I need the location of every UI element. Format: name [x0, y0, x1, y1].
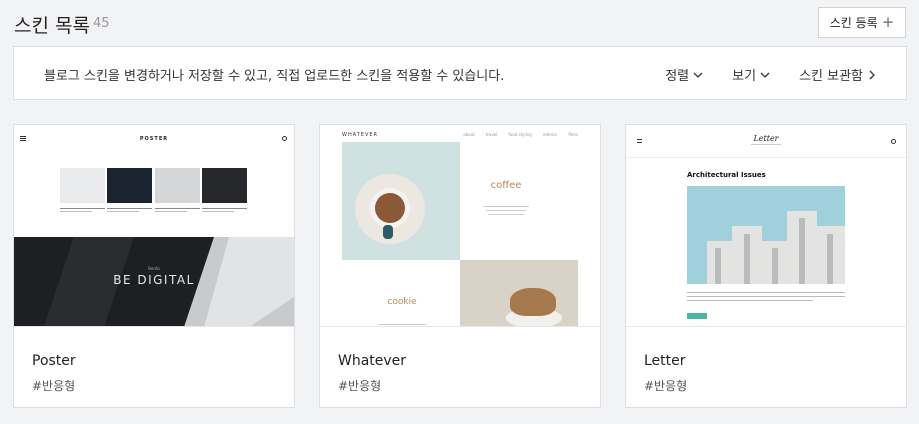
skin-name: Letter	[644, 353, 686, 369]
skin-name: Whatever	[338, 353, 407, 369]
thumbnail-logo: Letter	[753, 134, 779, 143]
building-shadow	[827, 234, 833, 284]
search-icon	[891, 139, 896, 144]
skin-name: Poster	[32, 353, 76, 369]
chevron-down-icon	[760, 72, 770, 78]
view-dropdown[interactable]: 보기	[732, 65, 771, 84]
search-icon	[282, 136, 287, 141]
sort-label: 정렬	[665, 69, 690, 84]
register-skin-button[interactable]: 스킨 등록 +	[818, 7, 906, 38]
thumbnail-caption	[202, 208, 247, 216]
building-shadow	[772, 248, 778, 284]
sort-dropdown[interactable]: 정렬	[665, 65, 704, 84]
read-more-button	[687, 313, 707, 319]
coffee-image	[342, 142, 460, 260]
skin-thumbnail: WHATEVER about travel food styling inter…	[320, 125, 600, 327]
register-skin-label: 스킨 등록	[829, 16, 878, 30]
thumbnail-image	[60, 168, 105, 203]
thumbnail-tagline	[626, 144, 906, 145]
info-bar: 블로그 스킨을 변경하거나 저장할 수 있고, 직접 업로드한 스킨을 적용할 …	[13, 46, 907, 100]
coffee	[375, 193, 405, 223]
thumbnail-image	[107, 168, 152, 203]
building-shadow	[799, 218, 805, 284]
skin-card-poster[interactable]: POSTER Bento BE DIGITAL Poster #반응형	[13, 124, 295, 408]
chevron-down-icon	[693, 72, 703, 78]
text-line	[486, 210, 526, 211]
skin-card-whatever[interactable]: WHATEVER about travel food styling inter…	[319, 124, 601, 408]
info-text: 블로그 스킨을 변경하거나 저장할 수 있고, 직접 업로드한 스킨을 적용할 …	[44, 69, 505, 84]
skin-tag: #반응형	[32, 379, 76, 393]
thumbnail-nav-item: films	[568, 132, 578, 137]
cookie-image	[460, 260, 578, 326]
architecture-image	[687, 186, 845, 284]
thumbnail-nav: about travel food styling interior films	[463, 132, 578, 137]
building-shadow	[715, 248, 721, 284]
page-header: 스킨 목록 45 스킨 등록 +	[14, 7, 906, 40]
thumbnail-nav-item: interior	[542, 132, 558, 137]
thumbnail-nav-item: travel	[485, 132, 498, 137]
coffee-heading: coffee	[490, 180, 522, 191]
plus-icon: +	[881, 13, 895, 31]
skin-thumbnail: POSTER Bento BE DIGITAL	[14, 125, 294, 327]
skin-storage-label: 스킨 보관함	[799, 69, 863, 84]
skin-count: 45	[93, 16, 110, 31]
text-line	[378, 324, 426, 325]
thumbnail-logo: WHATEVER	[342, 132, 379, 138]
skin-thumbnail: Letter Architectural Issues	[626, 125, 906, 327]
thumbnail-caption	[107, 208, 152, 216]
divider	[626, 157, 906, 158]
thumbnail-image	[155, 168, 200, 203]
thumbnail-logo: POSTER	[139, 136, 169, 142]
skin-tag: #반응형	[644, 379, 688, 393]
cookie-heading: cookie	[387, 297, 417, 307]
cookies	[510, 288, 556, 316]
thumbnail-nav-item: about	[463, 132, 475, 137]
skin-storage-link[interactable]: 스킨 보관함	[799, 65, 878, 84]
skin-tag: #반응형	[338, 379, 382, 393]
post-excerpt	[687, 292, 845, 304]
text-line	[488, 214, 524, 215]
thumbnail-image	[202, 168, 247, 203]
view-label: 보기	[732, 69, 757, 84]
post-title: Architectural Issues	[687, 171, 766, 179]
hero-subtitle: Bento	[148, 266, 160, 271]
thumbnail-hero: Bento BE DIGITAL	[14, 237, 294, 326]
info-actions: 정렬 보기 스킨 보관함	[665, 65, 878, 84]
hero-title: BE DIGITAL	[113, 273, 195, 287]
building-shadow	[744, 234, 750, 284]
chevron-right-icon	[869, 70, 875, 79]
thumbnail-nav-item: food styling	[508, 132, 532, 137]
text-line	[483, 206, 529, 207]
skin-card-letter[interactable]: Letter Architectural Issues Letter #반응형	[625, 124, 907, 408]
thumbnail-caption	[60, 208, 105, 216]
page-title: 스킨 목록	[14, 15, 90, 37]
thumbnail-caption	[155, 208, 200, 216]
cup-handle	[383, 225, 393, 239]
